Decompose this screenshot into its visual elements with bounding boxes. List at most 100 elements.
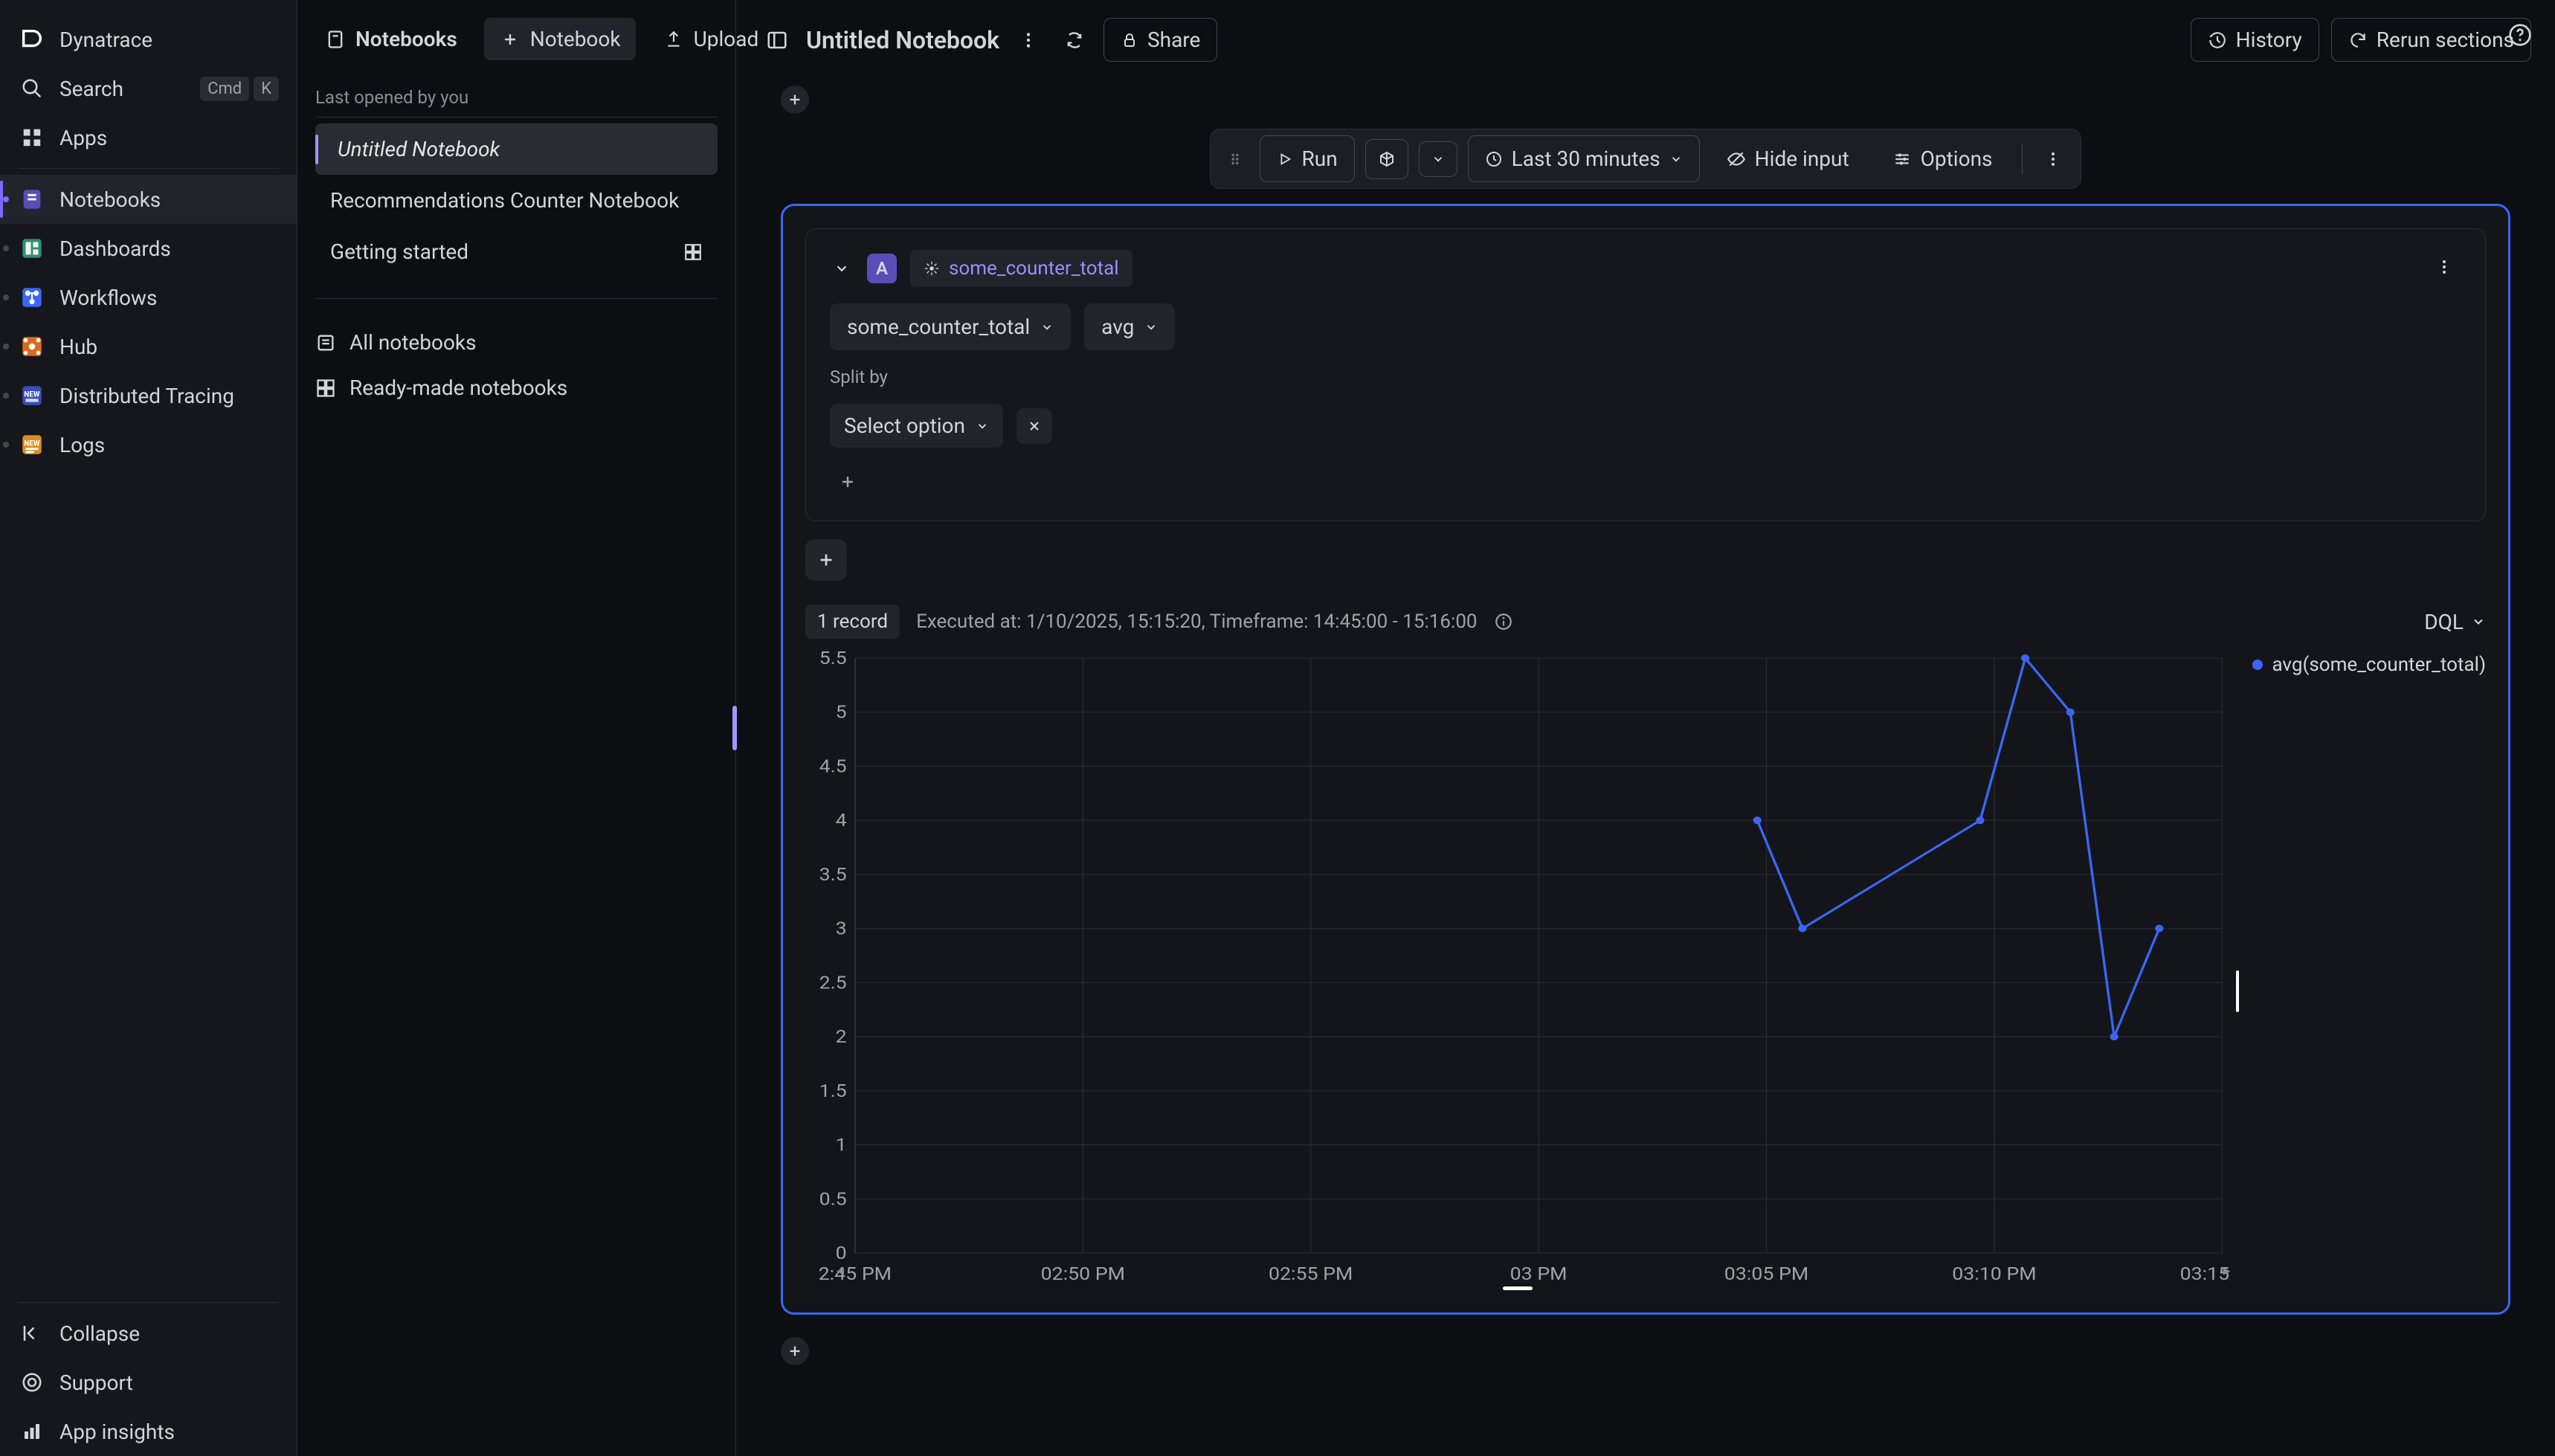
dynatrace-logo-icon: [18, 25, 46, 54]
legend-label: avg(some_counter_total): [2272, 654, 2486, 676]
chart-legend: avg(some_counter_total): [2252, 651, 2486, 1290]
tab-new-notebook[interactable]: Notebook: [484, 18, 636, 60]
dql-label: DQL: [2424, 610, 2464, 634]
query-more-button[interactable]: [2427, 250, 2461, 284]
tab-label: Notebooks: [355, 27, 457, 51]
dd-placeholder: Select option: [844, 413, 965, 438]
chevron-down-icon: [1144, 320, 1158, 334]
notebooks-panel: Notebooks Notebook Upload Last opened by…: [297, 0, 736, 1456]
panel-header: Notebooks Notebook Upload: [297, 0, 735, 78]
timeframe-label: Last 30 minutes: [1512, 146, 1660, 171]
query-box: A some_counter_total some_counter_total: [805, 228, 2486, 521]
chevron-down-icon: [2471, 614, 2486, 629]
metric-dropdown[interactable]: some_counter_total: [830, 303, 1071, 350]
history-icon: [2208, 30, 2227, 50]
help-button[interactable]: [2503, 18, 2537, 52]
query-badge: A: [867, 254, 897, 283]
svg-text:NEW: NEW: [24, 439, 40, 448]
add-section-bottom-button[interactable]: [781, 1337, 809, 1365]
support-item[interactable]: Support: [0, 1358, 297, 1407]
split-by-dropdown[interactable]: Select option: [830, 404, 1003, 448]
brand-label: Dynatrace: [59, 28, 152, 52]
item-label: Untitled Notebook: [330, 137, 500, 161]
rerun-button[interactable]: Rerun sections: [2331, 18, 2531, 62]
metric-chip[interactable]: some_counter_total: [910, 250, 1132, 287]
share-button[interactable]: Share: [1103, 18, 1217, 62]
sliders-icon: [1892, 149, 1912, 169]
search-shortcut: CmdK: [200, 77, 279, 101]
nav-dashboards[interactable]: Dashboards: [0, 224, 297, 273]
nav-label: Hub: [59, 335, 97, 359]
nav-hub[interactable]: Hub: [0, 322, 297, 371]
apps-grid-icon: [18, 123, 46, 152]
metric-name: some_counter_total: [949, 257, 1119, 280]
collapse-item[interactable]: Collapse: [0, 1309, 297, 1358]
recent-item[interactable]: Getting started: [315, 226, 718, 277]
tab-upload[interactable]: Upload: [648, 18, 774, 60]
mini-scrollbar[interactable]: [1503, 1286, 1533, 1290]
add-query-button[interactable]: [805, 539, 847, 581]
add-filter-button[interactable]: [830, 464, 866, 500]
all-notebooks[interactable]: All notebooks: [297, 320, 735, 365]
eye-off-icon: [1727, 149, 1746, 169]
nav-label: Workflows: [59, 286, 157, 310]
brand-item[interactable]: Dynatrace: [0, 15, 297, 64]
nav-label: All notebooks: [349, 330, 477, 355]
collapse-icon: [18, 1319, 46, 1347]
recent-item[interactable]: Untitled Notebook: [315, 123, 718, 175]
tab-label: Notebook: [530, 27, 621, 51]
search-item[interactable]: Search CmdK: [0, 64, 297, 113]
dot-icon: [3, 344, 9, 349]
divider: [18, 1302, 279, 1303]
svg-text:0: 0: [836, 1243, 847, 1263]
svg-text:4: 4: [836, 810, 847, 831]
ready-made-notebooks[interactable]: Ready-made notebooks: [297, 365, 735, 410]
cube-button[interactable]: [1365, 139, 1408, 179]
main: Untitled Notebook Share History Rerun se…: [736, 0, 2555, 1456]
drag-handle-icon[interactable]: [1221, 151, 1249, 167]
cube-dropdown-button[interactable]: [1419, 141, 1457, 177]
options-button[interactable]: Options: [1876, 136, 2009, 181]
split-by-label: Split by: [830, 367, 1175, 387]
svg-text:2: 2: [836, 1026, 847, 1047]
dot-icon: [3, 294, 9, 300]
chart-container: 00.511.522.533.544.555.52:45 PM02:50 PM0…: [805, 651, 2486, 1290]
run-label: Run: [1302, 146, 1338, 171]
svg-text:02:50 PM: 02:50 PM: [1041, 1263, 1125, 1284]
search-icon: [18, 74, 46, 103]
run-button[interactable]: Run: [1260, 135, 1355, 182]
svg-text:03:05 PM: 03:05 PM: [1724, 1263, 1808, 1284]
template-icon[interactable]: [683, 242, 703, 262]
svg-text:03:10 PM: 03:10 PM: [1952, 1263, 2036, 1284]
legend-color-dot: [2252, 660, 2263, 670]
more-menu-button[interactable]: [1011, 23, 1045, 57]
section-more-button[interactable]: [2036, 142, 2070, 176]
chevron-down-icon: [1669, 152, 1683, 166]
tab-notebooks[interactable]: Notebooks: [309, 18, 472, 60]
apps-item[interactable]: Apps: [0, 113, 297, 162]
nav-workflows[interactable]: Workflows: [0, 273, 297, 322]
recent-item[interactable]: Recommendations Counter Notebook: [315, 175, 718, 226]
aggregation-dropdown[interactable]: avg: [1084, 303, 1175, 350]
hide-input-button[interactable]: Hide input: [1710, 136, 1866, 181]
insights-item[interactable]: App insights: [0, 1407, 297, 1456]
clear-split-button[interactable]: [1016, 408, 1052, 444]
nav-logs[interactable]: NEW Logs: [0, 420, 297, 469]
nav-label: Ready-made notebooks: [349, 376, 567, 400]
collapse-query-button[interactable]: [830, 257, 854, 280]
plus-icon: [499, 28, 521, 51]
svg-text:2:45 PM: 2:45 PM: [819, 1263, 892, 1284]
search-label: Search: [59, 77, 123, 101]
history-button[interactable]: History: [2191, 18, 2319, 62]
info-icon[interactable]: [1494, 612, 1513, 631]
dot-icon: [3, 393, 9, 399]
nav-notebooks[interactable]: Notebooks: [0, 175, 297, 224]
line-chart[interactable]: 00.511.522.533.544.555.52:45 PM02:50 PM0…: [805, 651, 2230, 1290]
visualization-dropdown[interactable]: DQL: [2424, 610, 2486, 634]
sync-button[interactable]: [1057, 23, 1092, 57]
tab-label: Upload: [694, 27, 759, 51]
timeframe-dropdown[interactable]: Last 30 minutes: [1468, 135, 1700, 182]
nav-label: Dashboards: [59, 236, 171, 261]
nav-tracing[interactable]: NEW Distributed Tracing: [0, 371, 297, 420]
add-section-top-button[interactable]: [781, 86, 809, 114]
